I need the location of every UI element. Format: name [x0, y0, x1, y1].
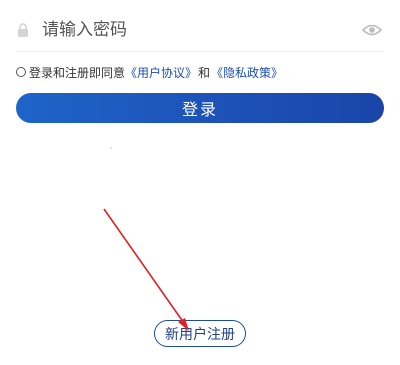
agreement-prefix: 登录和注册即同意 — [29, 65, 126, 80]
password-input[interactable] — [42, 10, 362, 50]
decorative-dot — [110, 147, 112, 149]
agreement-radio[interactable] — [16, 67, 26, 77]
user-agreement-link[interactable]: 《用户协议》 — [125, 64, 197, 81]
agreement-row: 登录和注册即同意 《用户协议》 和 《隐私政策》 — [16, 63, 388, 81]
privacy-policy-link[interactable]: 《隐私政策》 — [211, 64, 283, 81]
login-screen: 登录和注册即同意 《用户协议》 和 《隐私政策》 登录 新用户注册 — [0, 0, 400, 365]
lock-icon — [18, 23, 28, 37]
register-button[interactable]: 新用户注册 — [154, 320, 246, 347]
login-button[interactable]: 登录 — [16, 93, 384, 123]
password-row — [16, 10, 384, 50]
annotation-arrow — [103, 208, 189, 331]
eye-icon[interactable] — [362, 23, 382, 37]
password-underline — [16, 51, 384, 52]
agreement-conjunction: 和 — [198, 65, 211, 80]
